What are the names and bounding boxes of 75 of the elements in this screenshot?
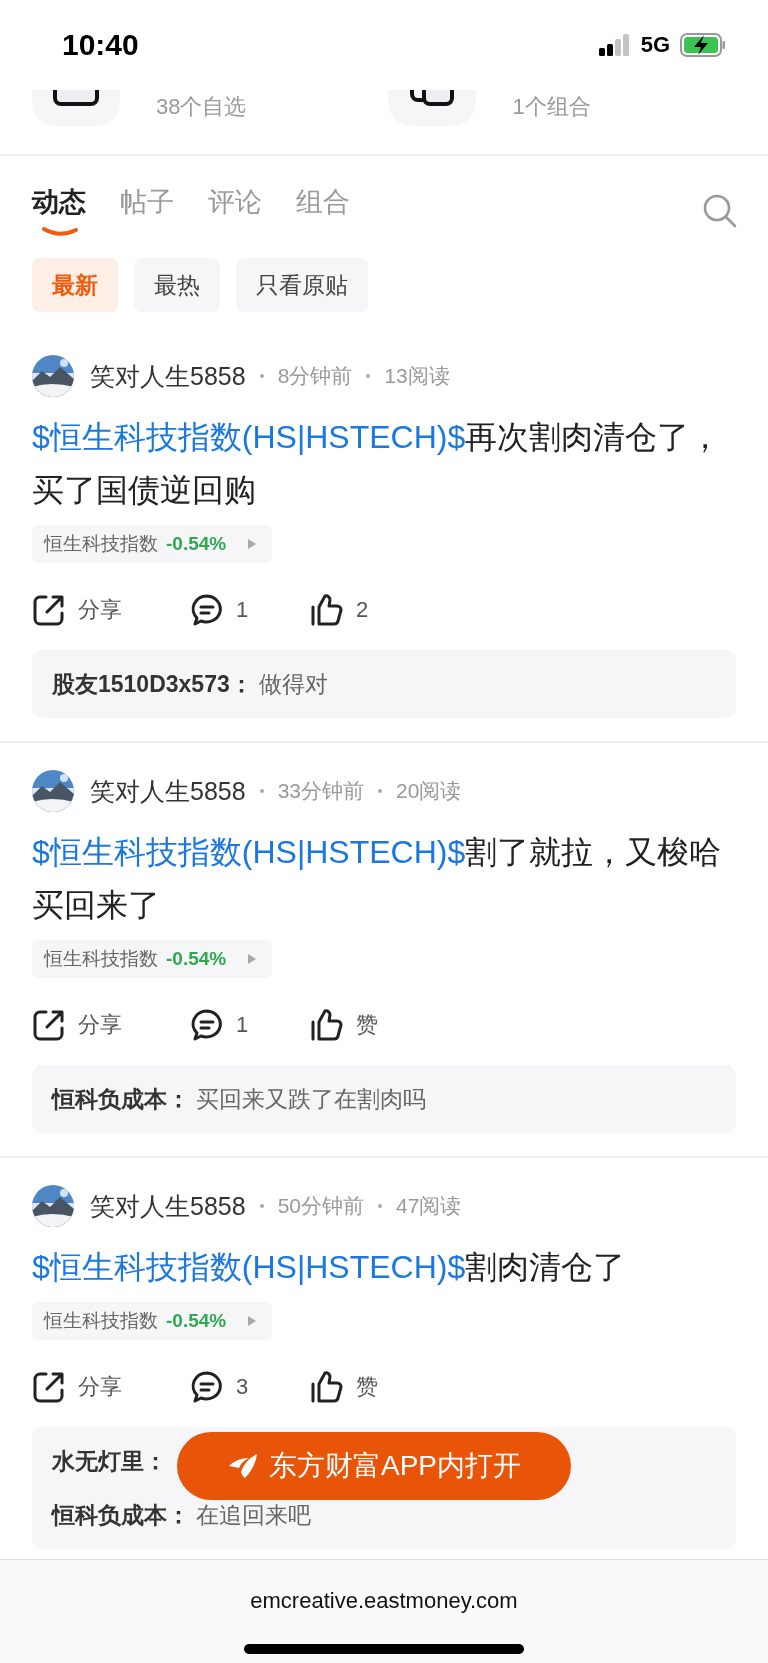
reply-user[interactable]: 恒科负成本：	[52, 1086, 190, 1112]
reply-user[interactable]: 水无灯里：	[52, 1448, 167, 1474]
share-icon[interactable]	[32, 593, 66, 627]
post-text: $恒生科技指数(HS|HSTECH)$再次割肉清仓了，买了国债逆回购	[32, 418, 723, 510]
comment-count[interactable]: 1	[236, 597, 249, 623]
comment-icon[interactable]	[190, 593, 224, 627]
shortcut-label: 1个组合	[512, 93, 591, 121]
author-name[interactable]: 笑对人生5858	[90, 359, 246, 393]
status-time: 10:40	[62, 28, 139, 62]
comment-count[interactable]: 1	[236, 1012, 249, 1038]
quote-name: 恒生科技指数	[44, 532, 158, 556]
separator-dot	[378, 789, 382, 793]
share-label[interactable]: 分享	[78, 1010, 122, 1040]
filter-chip[interactable]: 最热	[134, 258, 220, 312]
quote-change: -0.54%	[166, 1310, 227, 1332]
separator-dot	[366, 374, 371, 378]
reply-text: 做得对	[258, 671, 328, 697]
read-count: 47阅读	[396, 1193, 462, 1219]
filter-chip[interactable]: 只看原贴	[236, 258, 368, 312]
thumbs-up-icon[interactable]	[310, 1008, 344, 1042]
separator-dot	[259, 374, 264, 378]
open-in-app-button[interactable]: 东方财富APP内打开	[177, 1432, 571, 1500]
reply-user[interactable]: 恒科负成本：	[52, 1502, 190, 1528]
like-count[interactable]: 2	[356, 597, 369, 623]
play-icon	[248, 539, 257, 549]
shortcut-tile[interactable]	[388, 90, 477, 126]
stock-link[interactable]: $恒生科技指数(HS|HSTECH)$	[32, 1249, 466, 1285]
comment-icon[interactable]	[190, 1008, 224, 1042]
like-count[interactable]: 赞	[356, 1372, 378, 1402]
reply-text: 在追回来吧	[196, 1502, 311, 1528]
share-icon[interactable]	[32, 1370, 66, 1404]
battery-icon	[680, 33, 726, 57]
quote-name: 恒生科技指数	[44, 1309, 158, 1333]
separator-dot	[259, 789, 264, 793]
network-label: 5G	[640, 32, 670, 58]
read-count: 20阅读	[396, 778, 462, 804]
read-count: 13阅读	[384, 363, 450, 389]
reply-user[interactable]: 股友1510D3x573：	[52, 671, 253, 697]
stock-link[interactable]: $恒生科技指数(HS|HSTECH)$	[32, 834, 466, 870]
shortcut-tile[interactable]	[32, 90, 120, 126]
like-count[interactable]: 赞	[356, 1010, 378, 1040]
post-text: $恒生科技指数(HS|HSTECH)$割肉清仓了	[32, 1248, 627, 1287]
stock-link[interactable]: $恒生科技指数(HS|HSTECH)$	[32, 419, 466, 455]
comment-count[interactable]: 3	[236, 1374, 249, 1400]
search-icon[interactable]	[702, 193, 738, 229]
post-time: 8分钟前	[277, 363, 353, 389]
signal-icon	[598, 34, 631, 56]
url-label[interactable]: emcreative.eastmoney.com	[250, 1588, 518, 1614]
app-logo-icon	[227, 1452, 259, 1480]
quote-name: 恒生科技指数	[44, 947, 158, 971]
quote-change: -0.54%	[166, 533, 227, 555]
play-icon	[248, 954, 257, 964]
post-text: $恒生科技指数(HS|HSTECH)$割了就拉，又梭哈买回来了	[32, 833, 723, 925]
author-name[interactable]: 笑对人生5858	[90, 774, 246, 808]
quote-change: -0.54%	[166, 948, 227, 970]
separator-dot	[378, 1204, 382, 1208]
comment-icon[interactable]	[190, 1370, 224, 1404]
share-label[interactable]: 分享	[78, 595, 122, 625]
stock-quote-tag[interactable]: 恒生科技指数 -0.54%	[32, 525, 273, 563]
post-time: 33分钟前	[277, 778, 364, 804]
shortcut-label: 38个自选	[156, 93, 247, 121]
thumbs-up-icon[interactable]	[310, 1370, 344, 1404]
author-name[interactable]: 笑对人生5858	[90, 1189, 246, 1223]
share-icon[interactable]	[32, 1008, 66, 1042]
separator-dot	[259, 1204, 264, 1208]
tab[interactable]: 动态	[32, 184, 86, 238]
tab-underline-icon	[42, 226, 78, 238]
reply-text: 买回来又跌了在割肉吗	[196, 1086, 426, 1112]
play-icon	[248, 1316, 257, 1326]
stack-icon	[408, 90, 457, 106]
stock-quote-tag[interactable]: 恒生科技指数 -0.54%	[32, 940, 273, 978]
thumbs-up-icon[interactable]	[310, 593, 344, 627]
share-label[interactable]: 分享	[78, 1372, 122, 1402]
post-time: 50分钟前	[277, 1193, 364, 1219]
stock-quote-tag[interactable]: 恒生科技指数 -0.54%	[32, 1302, 273, 1340]
